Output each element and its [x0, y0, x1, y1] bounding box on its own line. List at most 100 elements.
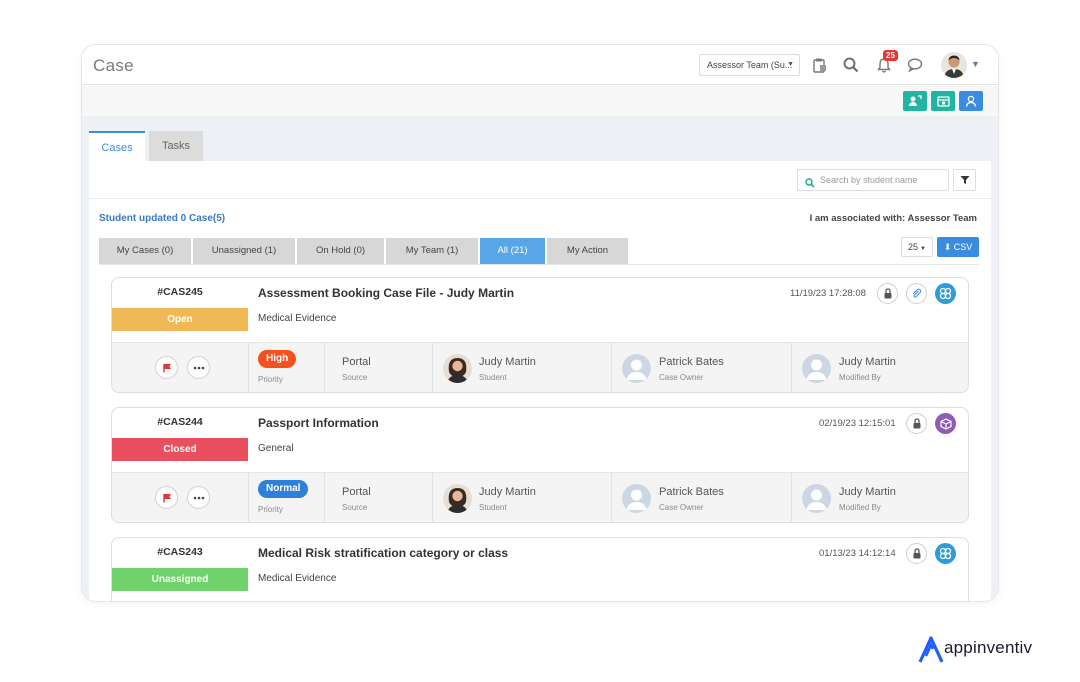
case-category: Medical Evidence: [258, 573, 337, 584]
tab-tasks[interactable]: Tasks: [149, 131, 203, 161]
chevron-down-icon[interactable]: ▼: [971, 59, 980, 69]
brand-logo: appinventiv: [918, 636, 1048, 664]
lock-icon[interactable]: [877, 283, 898, 304]
source-value: Portal: [342, 486, 371, 498]
more-options-icon[interactable]: [187, 486, 210, 509]
divider: [791, 473, 792, 522]
placeholder-avatar-icon: [802, 484, 831, 513]
divider: [611, 343, 612, 392]
source-value: Portal: [342, 356, 371, 368]
case-id: #CAS243: [157, 546, 203, 558]
search-placeholder: Search by student name: [820, 175, 918, 185]
action-toolbar: [82, 86, 998, 116]
divider: [611, 473, 612, 522]
lock-icon[interactable]: [906, 543, 927, 564]
purple-box-icon: [935, 413, 956, 434]
case-owner-name[interactable]: Patrick Bates: [659, 486, 724, 498]
priority-badge: High: [258, 350, 297, 368]
subtab-my-team[interactable]: My Team (1): [386, 238, 478, 264]
subtab-my-cases[interactable]: My Cases (0): [99, 238, 191, 264]
divider: [248, 473, 249, 522]
case-title[interactable]: Passport Information: [258, 416, 379, 430]
modified-by-label: Modified By: [839, 373, 881, 382]
subtab-unassigned[interactable]: Unassigned (1): [193, 238, 295, 264]
lock-icon[interactable]: [906, 413, 927, 434]
blue-network-icon: [935, 283, 956, 304]
source-label: Source: [342, 373, 368, 382]
assign-user-button[interactable]: [903, 91, 927, 111]
team-selector-value: Assessor Team (Su...: [707, 60, 793, 70]
divider: [324, 473, 325, 522]
student-avatar: [443, 484, 472, 513]
student-label: Student: [479, 373, 507, 382]
app-window: Case Assessor Team (Su... ▼ 25 ▼ Cases T…: [82, 45, 998, 601]
student-name[interactable]: Judy Martin: [479, 356, 536, 368]
clipboard-icon[interactable]: [809, 55, 829, 75]
modified-by-label: Modified By: [839, 503, 881, 512]
case-card[interactable]: #CAS244 Closed Passport Information Gene…: [111, 407, 969, 523]
student-label: Student: [479, 503, 507, 512]
priority-label: Priority: [258, 375, 283, 384]
notification-badge: 25: [883, 50, 898, 61]
subtab-my-action[interactable]: My Action: [547, 238, 628, 264]
status-badge: Closed: [112, 438, 248, 461]
divider: [324, 343, 325, 392]
top-header: Case Assessor Team (Su... ▼ 25 ▼: [82, 45, 998, 85]
chat-icon[interactable]: [906, 55, 926, 75]
priority-badge: Normal: [258, 480, 309, 498]
case-owner-name[interactable]: Patrick Bates: [659, 356, 724, 368]
filter-button[interactable]: [953, 169, 976, 191]
case-category: Medical Evidence: [258, 313, 337, 324]
case-id: #CAS244: [157, 416, 203, 428]
divider: [432, 343, 433, 392]
case-owner-label: Case Owner: [659, 503, 704, 512]
case-id: #CAS245: [157, 286, 203, 298]
case-owner-label: Case Owner: [659, 373, 704, 382]
association-summary: I am associated with: Assessor Team: [809, 213, 977, 224]
page-size-select[interactable]: 25 ▼: [901, 237, 933, 257]
case-details: Normal Priority Portal Source Judy Marti…: [112, 472, 968, 522]
divider: [791, 343, 792, 392]
user-avatar[interactable]: [941, 52, 967, 78]
flag-icon[interactable]: [155, 486, 178, 509]
updated-summary[interactable]: Student updated 0 Case(5): [99, 213, 225, 224]
more-options-icon[interactable]: [187, 356, 210, 379]
calendar-button[interactable]: [931, 91, 955, 111]
student-avatar: [443, 354, 472, 383]
brand-name: appinventiv: [944, 638, 1033, 657]
modified-by-name[interactable]: Judy Martin: [839, 356, 896, 368]
placeholder-avatar-icon: [622, 354, 651, 383]
placeholder-avatar-icon: [622, 484, 651, 513]
student-name[interactable]: Judy Martin: [479, 486, 536, 498]
tab-cases[interactable]: Cases: [89, 131, 145, 161]
download-icon: ⬇: [943, 242, 952, 252]
subtab-on-hold[interactable]: On Hold (0): [297, 238, 384, 264]
user-profile-button[interactable]: [959, 91, 983, 111]
case-datetime: 02/19/23 12:15:01: [819, 418, 896, 429]
case-title[interactable]: Assessment Booking Case File - Judy Mart…: [258, 286, 514, 300]
case-title[interactable]: Medical Risk stratification category or …: [258, 546, 508, 560]
page-size-value: 25: [908, 242, 919, 252]
subtab-all[interactable]: All (21): [480, 238, 545, 264]
team-selector[interactable]: Assessor Team (Su... ▼: [699, 54, 800, 76]
divider: [248, 343, 249, 392]
source-label: Source: [342, 503, 368, 512]
case-category: General: [258, 443, 294, 454]
case-card[interactable]: #CAS243 Unassigned Medical Risk stratifi…: [111, 537, 969, 601]
divider: [89, 198, 991, 199]
attachment-icon[interactable]: [906, 283, 927, 304]
flag-icon[interactable]: [155, 356, 178, 379]
search-input[interactable]: Search by student name: [797, 169, 949, 191]
placeholder-avatar-icon: [802, 354, 831, 383]
status-badge: Open: [112, 308, 248, 331]
status-badge: Unassigned: [112, 568, 248, 591]
page-title: Case: [93, 56, 134, 75]
search-icon[interactable]: [841, 55, 861, 75]
divider: [432, 473, 433, 522]
modified-by-name[interactable]: Judy Martin: [839, 486, 896, 498]
export-csv-button[interactable]: ⬇ CSV: [937, 237, 979, 257]
case-datetime: 11/19/23 17:28:08: [790, 288, 866, 299]
case-card[interactable]: #CAS245 Open Assessment Booking Case Fil…: [111, 277, 969, 393]
appinventiv-logo-icon: [918, 636, 944, 663]
search-icon: [805, 175, 815, 195]
